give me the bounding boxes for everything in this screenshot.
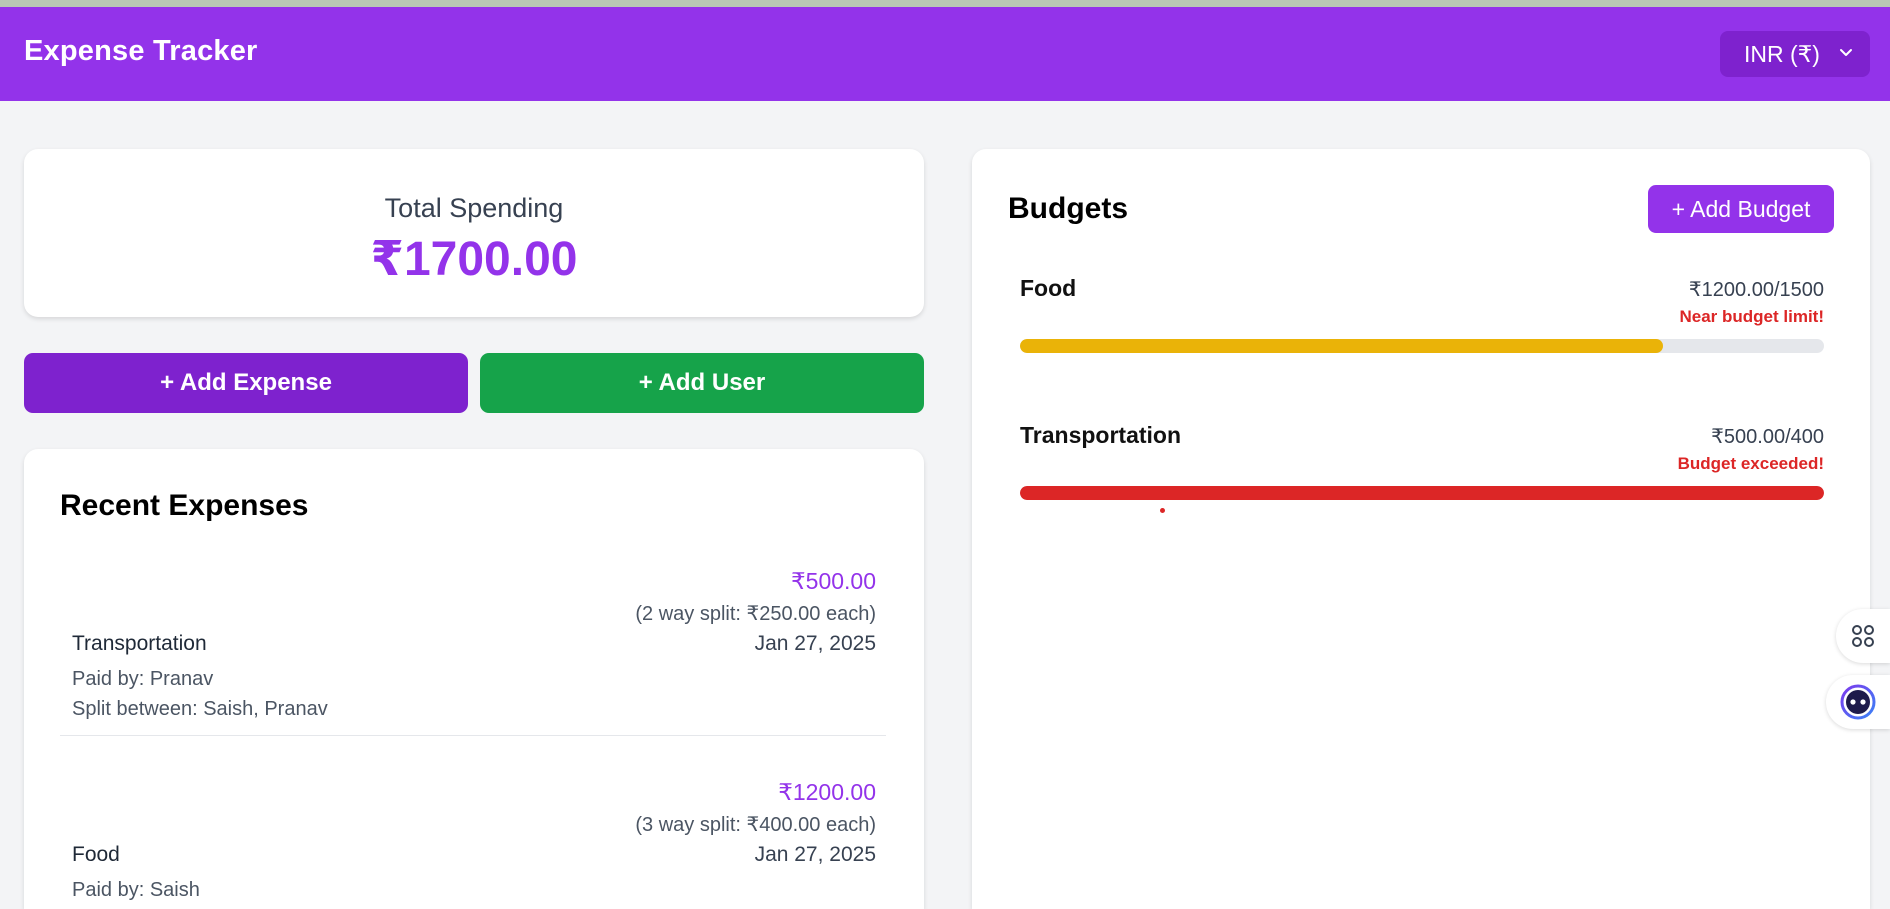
budget-name: Transportation: [1020, 422, 1182, 448]
budgets-heading: Budgets: [1008, 192, 1128, 225]
floating-assistant-button[interactable]: [1826, 675, 1890, 729]
expense-date: Jan 27, 2025: [754, 843, 876, 866]
recent-expenses-card: Recent Expenses ₹500.00 (2 way split: ₹2…: [24, 449, 924, 909]
add-budget-button[interactable]: + Add Budget: [1648, 185, 1834, 233]
app-title: Expense Tracker: [24, 35, 258, 67]
expense-split: (2 way split: ₹250.00 each): [635, 603, 876, 625]
budget-progress-fill: [1020, 339, 1664, 353]
budget-progress-track: [1020, 339, 1824, 353]
total-spending-value: ₹1700.00: [370, 233, 578, 286]
budgets-card: Budgets + Add Budget Food ₹1200.00/1500 …: [972, 149, 1870, 909]
currency-select[interactable]: INR (₹): [1720, 31, 1870, 77]
command-icon: [1852, 625, 1874, 647]
expense-split-between: Split between: Saish, Pranav: [72, 698, 328, 720]
budget-amount: ₹500.00/400: [1711, 426, 1824, 448]
expense-date: Jan 27, 2025: [754, 632, 876, 655]
expense-amount: ₹1200.00: [778, 779, 876, 805]
expense-item[interactable]: ₹1200.00 (3 way split: ₹400.00 each) Foo…: [60, 775, 886, 909]
expense-paid-by: Paid by: Pranav: [72, 668, 214, 690]
expense-category: Food: [72, 843, 120, 866]
total-spending-card: Total Spending ₹1700.00: [24, 149, 924, 317]
floating-command-button[interactable]: [1836, 609, 1890, 663]
budget-item-transportation: Transportation ₹500.00/400 Budget exceed…: [1020, 422, 1824, 513]
navbar: Expense Tracker INR (₹): [0, 7, 1890, 101]
budget-progress-track: [1020, 486, 1824, 500]
budget-amount: ₹1200.00/1500: [1688, 279, 1824, 301]
budget-status: Near budget limit!: [1679, 307, 1824, 326]
add-expense-button[interactable]: + Add Expense: [24, 353, 468, 413]
expense-item[interactable]: ₹500.00 (2 way split: ₹250.00 each) Tran…: [60, 564, 886, 736]
chevron-down-icon: [1840, 49, 1852, 56]
recent-expenses-heading: Recent Expenses: [60, 489, 309, 522]
budget-status: Budget exceeded!: [1677, 454, 1824, 473]
add-user-button[interactable]: + Add User: [480, 353, 924, 413]
budget-progress-fill: [1020, 486, 1824, 500]
budget-item-food: Food ₹1200.00/1500 Near budget limit!: [1020, 275, 1824, 355]
expense-amount: ₹500.00: [791, 568, 876, 594]
expense-split: (3 way split: ₹400.00 each): [635, 814, 876, 836]
expense-divider: [60, 735, 886, 736]
expense-category: Transportation: [72, 632, 207, 655]
assistant-face-icon: [1840, 684, 1876, 720]
cursor-dot: [1160, 508, 1165, 513]
expense-paid-by: Paid by: Saish: [72, 879, 200, 901]
browser-top-strip: [0, 0, 1890, 7]
total-spending-label: Total Spending: [384, 193, 564, 223]
currency-select-value: INR (₹): [1744, 40, 1820, 67]
budget-name: Food: [1020, 275, 1077, 301]
